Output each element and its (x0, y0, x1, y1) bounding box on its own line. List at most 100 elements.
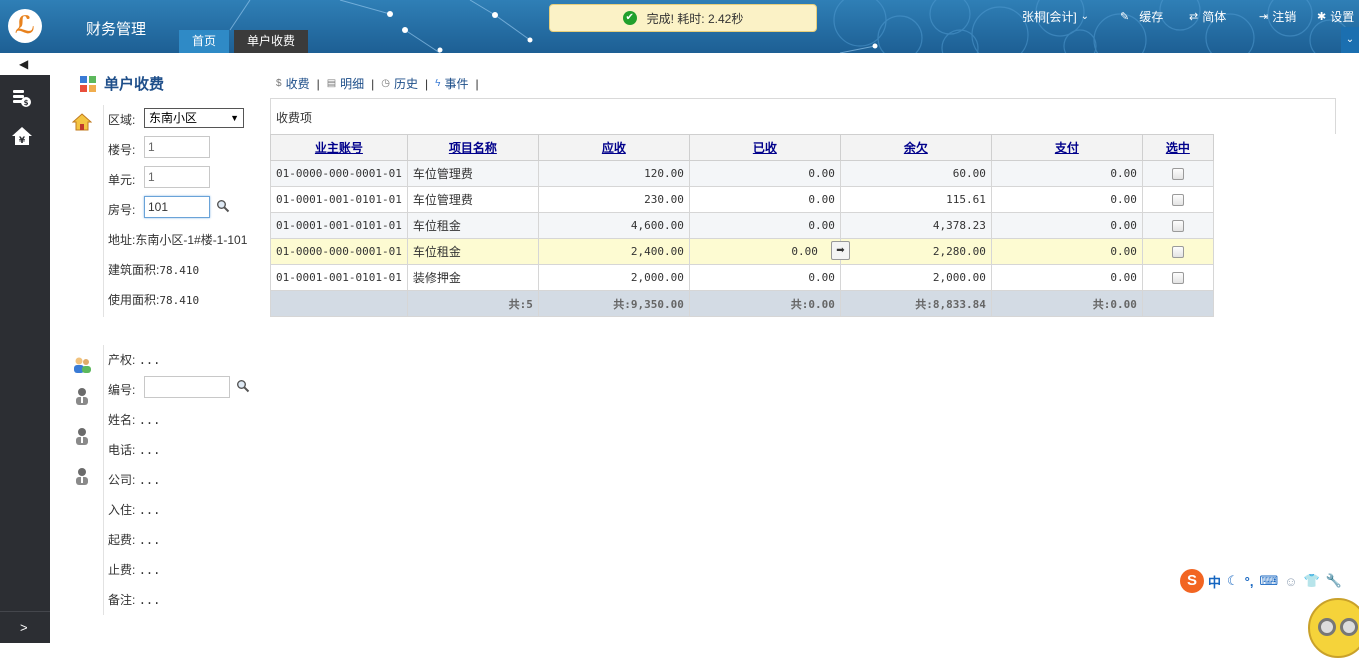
chevron-down-icon: ⌄ (1345, 34, 1355, 45)
logout-button[interactable]: ⇥ 注销 (1259, 8, 1296, 25)
stop-fee-label: 止费: (108, 563, 136, 577)
building-input[interactable]: 1 (144, 136, 210, 158)
account-cell: 01-0001-001-0101-01 (270, 264, 408, 291)
property-value: ... (138, 353, 161, 367)
unit-label: 单元: (108, 173, 136, 187)
col-header-item[interactable]: 项目名称 (406, 134, 539, 161)
detail-action[interactable]: ▤ 明细 (327, 75, 364, 92)
settings-button[interactable]: ✱ 设置 (1317, 8, 1354, 25)
row-checkbox[interactable] (1171, 271, 1184, 284)
footer-paid-total: 共:0.00 (688, 290, 841, 317)
moon-icon[interactable]: ☾ (1227, 573, 1239, 589)
search-icon[interactable] (216, 199, 230, 213)
paid-cell[interactable]: 0.00 (688, 264, 841, 291)
owed-cell: 2,000.00 (839, 264, 992, 291)
pay-cell[interactable]: 0.00 (990, 264, 1143, 291)
logout-label: 注销 (1272, 10, 1297, 24)
sidebar-collapse-button[interactable]: ◀ (0, 53, 50, 75)
sidebar-expand-button[interactable]: > (0, 611, 50, 643)
account-cell: 01-0000-000-0001-01 (270, 238, 408, 265)
header-collapse-button[interactable]: ⌄ (1341, 27, 1359, 53)
address-row: 地址:东南小区-1#楼-1-101 (108, 231, 247, 248)
account-cell: 01-0000-000-0001-01 (270, 160, 408, 187)
phone-label: 电话: (108, 443, 136, 457)
owner-code-input[interactable] (144, 376, 230, 398)
paid-cell[interactable]: 0.00 (688, 160, 841, 187)
user-name: 张桐[会计] (1022, 10, 1077, 24)
coins-icon[interactable]: $ (11, 87, 33, 109)
paid-cell[interactable]: 0.00 (688, 212, 841, 239)
col-header-pay[interactable]: 支付 (990, 134, 1143, 161)
item-cell: 车位管理费 (406, 186, 539, 213)
col-header-account[interactable]: 业主账号 (270, 134, 408, 161)
cache-button[interactable]: ✎ 缓存 (1120, 8, 1163, 25)
keyboard-icon[interactable]: ⌨ (1259, 573, 1278, 589)
shirt-icon[interactable]: 👕 (1304, 573, 1320, 589)
charges-group: 收费项 (270, 98, 1336, 134)
home-yen-icon[interactable]: ¥ (11, 125, 33, 147)
app-logo: ℒ (8, 9, 42, 43)
table-row[interactable]: 01-0000-000-0001-01 车位管理费 120.00 0.00 60… (270, 160, 1214, 187)
room-input[interactable]: 101 (144, 196, 210, 218)
row-checkbox[interactable] (1171, 167, 1184, 180)
tab-home[interactable]: 首页 (179, 30, 230, 53)
phone-row: 电话: ... (108, 441, 160, 458)
footer-empty-cell (1141, 290, 1214, 317)
paid-cell[interactable]: 0.00 (688, 186, 841, 213)
paid-cell[interactable]: 0.00 (688, 238, 841, 265)
search-icon[interactable] (236, 379, 250, 393)
footer-pay-total: 共:0.00 (990, 290, 1143, 317)
cell-edit-icon[interactable]: ➡ (831, 241, 850, 260)
row-checkbox[interactable] (1171, 219, 1184, 232)
start-fee-row: 起费: ... (108, 531, 160, 548)
toolbar-separator: | (425, 76, 429, 91)
col-header-due[interactable]: 应收 (537, 134, 690, 161)
user-dropdown[interactable]: 张桐[会计] ⌄ (1022, 8, 1089, 25)
pay-cell[interactable]: 0.00 (990, 186, 1143, 213)
punctuation-icon[interactable]: °, (1245, 574, 1254, 589)
wrench-icon[interactable]: 🔧 (1326, 573, 1342, 589)
history-action[interactable]: ◷ 历史 (381, 75, 418, 92)
start-fee-label: 起费: (108, 533, 136, 547)
item-cell: 装修押金 (406, 264, 539, 291)
svg-text:¥: ¥ (19, 136, 26, 146)
dropdown-arrow-icon: ▼ (230, 113, 239, 123)
language-button[interactable]: ⇄ 简体 (1189, 8, 1226, 25)
pay-cell[interactable]: 0.00 (990, 160, 1143, 187)
pay-cell[interactable]: 0.00 (990, 212, 1143, 239)
pay-cell[interactable]: 0.00 (990, 238, 1143, 265)
sogou-logo-icon[interactable]: S (1180, 569, 1204, 593)
owner-divider (103, 345, 104, 615)
area-select[interactable]: 东南小区 ▼ (144, 108, 244, 128)
document-icon: ▤ (326, 78, 337, 89)
table-row[interactable]: 01-0001-001-0101-01 车位管理费 230.00 0.00 11… (270, 186, 1214, 213)
table-row[interactable]: 01-0001-001-0101-01 装修押金 2,000.00 0.00 2… (270, 264, 1214, 291)
lightning-icon: ϟ (435, 78, 441, 89)
user-icon[interactable]: ☺ (1284, 574, 1297, 589)
area-label: 区域: (108, 113, 136, 127)
select-cell (1141, 186, 1214, 213)
col-header-select[interactable]: 选中 (1141, 134, 1214, 161)
usable-area-value: 78.410 (159, 294, 200, 307)
person-icon (72, 466, 92, 486)
sidebar: $ ¥ > (0, 75, 50, 643)
row-checkbox[interactable] (1171, 193, 1184, 206)
owed-cell: 60.00 (839, 160, 992, 187)
company-row: 公司: ... (108, 471, 160, 488)
cache-label: 缓存 (1139, 10, 1164, 24)
table-row-highlighted[interactable]: 01-0000-000-0001-01 车位租金 2,400.00 0.00 2… (270, 238, 1214, 265)
ime-mode-toggle[interactable]: 中 (1208, 572, 1221, 591)
unit-input[interactable]: 1 (144, 166, 210, 188)
charge-action[interactable]: $ 收费 (276, 75, 310, 92)
col-header-owed[interactable]: 余欠 (839, 134, 992, 161)
event-action[interactable]: ϟ 事件 (435, 75, 468, 92)
usable-area-label: 使用面积: (108, 293, 160, 307)
table-row[interactable]: 01-0001-001-0101-01 车位租金 4,600.00 0.00 4… (270, 212, 1214, 239)
usable-area-row: 使用面积:78.410 (108, 291, 199, 308)
row-checkbox[interactable] (1171, 245, 1184, 258)
remark-value: ... (138, 593, 161, 607)
start-fee-value: ... (138, 533, 161, 547)
toolbar-separator: | (475, 76, 479, 91)
col-header-paid[interactable]: 已收 (688, 134, 841, 161)
tab-single-household-charge[interactable]: 单户收费 (234, 30, 309, 53)
